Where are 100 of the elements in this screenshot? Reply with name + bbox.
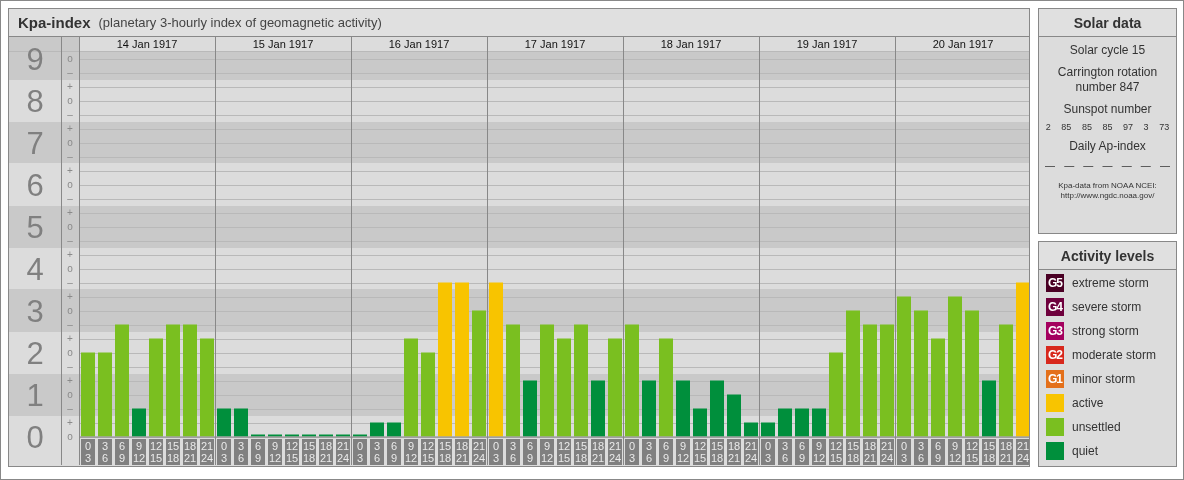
tick-mark-label: +	[67, 81, 73, 92]
tick-mark-label: +	[67, 417, 73, 428]
level-badge: G2	[1046, 346, 1064, 364]
legend-label: quiet	[1072, 444, 1099, 458]
tick-mark-label: –	[67, 319, 73, 330]
date-label: 15 Jan 1917	[252, 38, 314, 50]
legend-label: severe storm	[1072, 300, 1142, 314]
hour-label: 15 18	[982, 439, 996, 465]
hour-label: 18 21	[591, 439, 605, 465]
panel-title: Activity levels	[1039, 242, 1176, 270]
hour-label: 15 18	[710, 439, 724, 465]
panel-title: Solar data	[1039, 9, 1176, 37]
tick-mark-label: +	[67, 291, 73, 302]
legend-label: strong storm	[1072, 324, 1139, 338]
axis-label: 1	[26, 377, 44, 413]
hour-label: 21 24	[880, 439, 894, 465]
hour-label: 0 3	[489, 439, 503, 465]
hour-label: 6 9	[387, 439, 401, 465]
legend-label: unsettled	[1072, 420, 1121, 434]
axis-label: 8	[26, 83, 44, 119]
tick-mark-label: +	[67, 375, 73, 386]
hour-label: 9 12	[812, 439, 826, 465]
hour-label: 18 21	[999, 439, 1013, 465]
tick-mark-label: –	[67, 235, 73, 246]
date-label: 14 Jan 1917	[116, 38, 178, 50]
hour-label: 21 24	[608, 439, 622, 465]
ap-index-value: —	[1102, 160, 1113, 171]
tick-mark-label: o	[67, 347, 73, 358]
tick-mark-label: o	[67, 431, 73, 442]
hour-label: 0 3	[897, 439, 911, 465]
tick-mark-label: +	[67, 165, 73, 176]
axis-label: 4	[26, 251, 44, 287]
hour-label: 21 24	[472, 439, 486, 465]
axis-label: 2	[26, 335, 44, 371]
tick-mark-label: o	[67, 263, 73, 274]
ap-index-label: Daily Ap-index	[1069, 139, 1146, 154]
tick-mark-label: –	[67, 151, 73, 162]
tick-mark-label: –	[67, 109, 73, 120]
hour-label: 12 15	[557, 439, 571, 465]
hour-label: 21 24	[336, 439, 350, 465]
source-text: Kpa-data from NOAA NCEI:	[1058, 181, 1157, 191]
hour-label: 0 3	[81, 439, 95, 465]
ap-index-value: —	[1159, 160, 1170, 171]
axis-label: 7	[26, 125, 44, 161]
hour-label: 0 3	[761, 439, 775, 465]
hour-label: 21 24	[200, 439, 214, 465]
hour-label: 3 6	[506, 439, 520, 465]
date-label: 18 Jan 1917	[660, 38, 722, 50]
hour-label: 21 24	[744, 439, 758, 465]
hour-label: 9 12	[676, 439, 690, 465]
level-badge: G5	[1046, 274, 1064, 292]
hour-label: 18 21	[319, 439, 333, 465]
sunspot-value: 85	[1081, 122, 1092, 132]
tick-mark-label: –	[67, 361, 73, 372]
hour-label: 18 21	[455, 439, 469, 465]
hour-label: 15 18	[438, 439, 452, 465]
hour-label: 12 15	[421, 439, 435, 465]
hour-label: 9 12	[268, 439, 282, 465]
sunspot-value: 85	[1102, 122, 1113, 132]
tick-mark-label: +	[67, 123, 73, 134]
tick-mark-label: –	[67, 193, 73, 204]
hour-label: 18 21	[727, 439, 741, 465]
level-badge: G3	[1046, 322, 1064, 340]
legend-label: minor storm	[1072, 372, 1136, 386]
hour-label: 21 24	[1016, 439, 1029, 465]
tick-mark-label: –	[67, 67, 73, 78]
ap-index-value: —	[1064, 160, 1075, 171]
hour-label: 12 15	[693, 439, 707, 465]
legend-label: active	[1072, 396, 1104, 410]
hour-label: 12 15	[829, 439, 843, 465]
hour-label: 3 6	[98, 439, 112, 465]
hour-label: 6 9	[931, 439, 945, 465]
ap-index-value: —	[1140, 160, 1151, 171]
hour-label: 12 15	[285, 439, 299, 465]
sunspot-value: 97	[1123, 122, 1134, 132]
hour-label: 9 12	[948, 439, 962, 465]
sunspot-value: 3	[1143, 122, 1149, 132]
hour-label: 3 6	[234, 439, 248, 465]
date-label: 19 Jan 1917	[796, 38, 858, 50]
legend-label: moderate storm	[1072, 348, 1157, 362]
tick-mark-label: –	[67, 277, 73, 288]
level-badge: G4	[1046, 298, 1064, 316]
axis-label: 9	[26, 41, 44, 77]
hour-label: 3 6	[370, 439, 384, 465]
chart-title: Kpa-index	[18, 14, 91, 31]
tick-mark-label: +	[67, 207, 73, 218]
axis-label: 6	[26, 167, 44, 203]
ap-index-value: —	[1045, 160, 1056, 171]
hour-label: 3 6	[778, 439, 792, 465]
hour-label: 15 18	[166, 439, 180, 465]
axis-label: 0	[26, 419, 44, 455]
hour-label: 18 21	[183, 439, 197, 465]
hour-label: 15 18	[574, 439, 588, 465]
solar-cycle-text: Solar cycle 15	[1069, 43, 1146, 58]
axis-label: 5	[26, 209, 44, 245]
tick-mark-label: +	[67, 333, 73, 344]
tick-mark-label: o	[67, 179, 73, 190]
hour-label: 9 12	[404, 439, 418, 465]
hour-label: 0 3	[353, 439, 367, 465]
hour-label: 0 3	[625, 439, 639, 465]
